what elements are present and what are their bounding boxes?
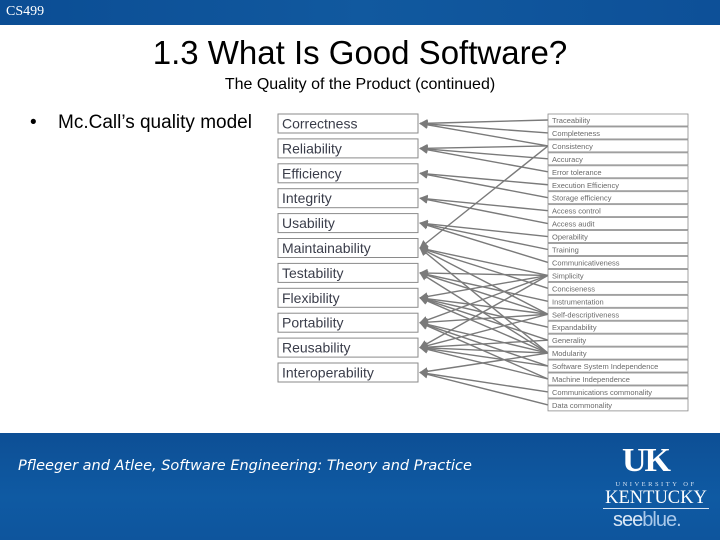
criterion-box-error-tolerance: Error tolerance — [547, 165, 689, 179]
link-flexibility-expandability — [419, 295, 549, 328]
factor-box-flexibility: Flexibility — [277, 287, 419, 308]
factors-layer: Correctness Reliability Efficiency Integrit… — [277, 113, 419, 383]
factor-label: Testability — [282, 265, 343, 281]
criterion-box-simplicity: Simplicity — [547, 268, 689, 282]
factor-label: Interoperability — [282, 365, 374, 381]
criterion-label: Traceability — [552, 116, 590, 125]
uk-logo-mark: UK — [622, 442, 671, 479]
criterion-label: Simplicity — [552, 271, 584, 280]
criterion-box-storage-efficiency: Storage efficiency — [547, 191, 689, 205]
criterion-box-communicativeness: Communicativeness — [547, 256, 689, 269]
criterion-box-data-commonality: Data commonality — [547, 398, 689, 412]
link-correctness-consistency — [419, 120, 549, 147]
criterion-label: Operability — [552, 233, 588, 242]
criterion-label: Communicativeness — [552, 258, 620, 267]
factor-label: Correctness — [282, 116, 357, 132]
criterion-box-instrumentation: Instrumentation — [547, 294, 689, 308]
factor-box-correctness: Correctness — [277, 113, 419, 134]
link-reliability-error-tolerance — [419, 145, 549, 173]
criterion-label: Consistency — [552, 142, 593, 151]
seeblue-blue: blue. — [642, 509, 681, 531]
link-testability-simplicity — [419, 268, 549, 278]
criterion-label: Software System Independence — [552, 362, 658, 371]
criterion-label: Conciseness — [552, 284, 595, 293]
link-reliability-consistency — [419, 144, 549, 153]
seeblue-see: see — [613, 509, 643, 531]
criterion-box-generality: Generality — [547, 333, 689, 347]
factor-box-integrity: Integrity — [277, 188, 419, 209]
link-maintainability-simplicity — [419, 245, 549, 277]
criterion-label: Access control — [552, 207, 601, 216]
factor-label: Maintainability — [282, 240, 371, 256]
criterion-label: Error tolerance — [552, 168, 602, 177]
criterion-label: Completeness — [552, 129, 600, 138]
criterion-box-operability: Operability — [547, 230, 689, 243]
seeblue-logo: seeblue. — [613, 509, 682, 532]
link-usability-communicativeness — [419, 221, 549, 264]
link-maintainability-consistency — [419, 145, 549, 249]
factor-label: Reusability — [282, 340, 350, 356]
uk-logo-kentucky: KENTUCKY — [605, 488, 707, 508]
criterion-box-completeness: Completeness — [547, 126, 689, 140]
uk-logo-university: UNIVERSITY OF — [615, 481, 697, 488]
factor-box-testability: Testability — [277, 262, 419, 283]
criterion-box-access-control: Access control — [547, 204, 689, 218]
criterion-label: Machine Independence — [552, 375, 630, 384]
criterion-box-self-descriptiveness: Self-descriptiveness — [547, 307, 689, 321]
criterion-box-conciseness: Conciseness — [547, 281, 689, 295]
criterion-box-accuracy: Accuracy — [547, 152, 689, 166]
criterion-box-execution-efficiency: Execution Efficiency — [547, 178, 689, 192]
criterion-label: Access audit — [552, 220, 595, 229]
factor-box-interoperability: Interoperability — [277, 362, 419, 383]
criterion-label: Generality — [552, 336, 586, 345]
criterion-box-software-system-independence: Software System Independence — [547, 359, 689, 373]
criterion-box-modularity: Modularity — [547, 346, 689, 360]
factor-label: Integrity — [282, 190, 332, 206]
link-integrity-access-control — [419, 194, 549, 212]
link-correctness-traceability — [419, 119, 549, 128]
factor-box-portability: Portability — [277, 312, 419, 333]
criterion-box-training: Training — [547, 243, 689, 256]
criterion-label: Instrumentation — [552, 297, 604, 306]
factor-box-reusability: Reusability — [277, 337, 419, 358]
criterion-box-expandability: Expandability — [547, 320, 689, 334]
factor-box-efficiency: Efficiency — [277, 163, 419, 184]
factor-label: Flexibility — [282, 290, 340, 306]
criterion-label: Communications commonality — [552, 388, 652, 397]
criterion-label: Self-descriptiveness — [552, 310, 619, 319]
factor-label: Reliability — [282, 140, 342, 156]
criterion-box-traceability: Traceability — [547, 113, 689, 127]
criterion-label: Training — [552, 246, 579, 255]
link-usability-operability — [419, 219, 549, 238]
factor-label: Efficiency — [282, 165, 342, 181]
criterion-box-access-audit: Access audit — [547, 217, 689, 231]
citation-text: Pfleeger and Atlee, Software Engineering… — [18, 458, 472, 474]
factor-label: Usability — [282, 215, 335, 231]
factor-box-reliability: Reliability — [277, 138, 419, 159]
criterion-label: Accuracy — [552, 155, 583, 164]
link-efficiency-storage-efficiency — [419, 170, 549, 199]
criterion-label: Data commonality — [552, 401, 612, 410]
factor-label: Portability — [282, 315, 343, 331]
link-reliability-accuracy — [419, 144, 549, 160]
link-integrity-access-audit — [419, 195, 549, 225]
links-layer — [419, 119, 549, 406]
factor-box-usability: Usability — [277, 213, 419, 234]
link-usability-training — [419, 220, 549, 251]
criterion-box-communications-commonality: Communications commonality — [547, 385, 689, 399]
criterion-box-machine-independence: Machine Independence — [547, 372, 689, 386]
factor-box-maintainability: Maintainability — [277, 238, 419, 258]
link-efficiency-execution-efficiency — [419, 169, 549, 186]
criterion-box-consistency: Consistency — [547, 139, 689, 153]
criterion-label: Execution Efficiency — [552, 181, 619, 190]
link-reusability-generality — [419, 339, 549, 352]
criterion-label: Storage efficiency — [552, 194, 612, 203]
criterion-label: Expandability — [552, 323, 597, 332]
link-correctness-completeness — [419, 119, 549, 134]
criteria-layer: Traceability Completeness Consistency Accur… — [547, 113, 689, 412]
criterion-label: Modularity — [552, 349, 587, 358]
